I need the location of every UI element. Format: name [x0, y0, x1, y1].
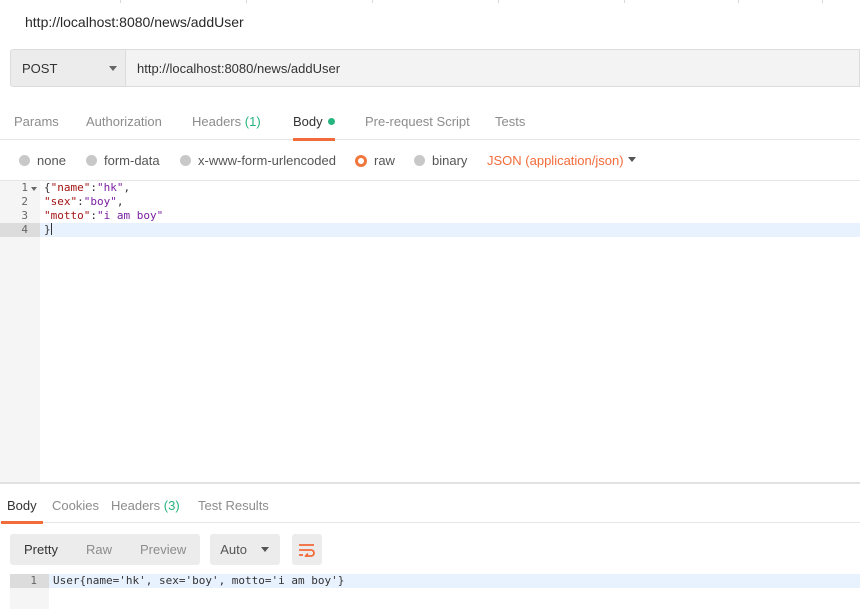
format-label: Auto	[220, 542, 247, 557]
method-label: POST	[22, 60, 58, 76]
method-select[interactable]: POST	[10, 49, 125, 87]
response-tab-test-results[interactable]: Test Results	[198, 488, 269, 523]
tab-body[interactable]: Body	[293, 103, 335, 141]
response-toolbar: Pretty Raw Preview Auto	[10, 534, 323, 565]
code-value: "i am boy"	[96, 209, 164, 222]
fold-arrow-icon[interactable]	[31, 187, 37, 191]
chevron-down-icon	[109, 66, 117, 71]
url-input[interactable]: http://localhost:8080/news/addUser	[125, 49, 860, 87]
tab-tests[interactable]: Tests	[495, 103, 525, 140]
request-name: http://localhost:8080/news/addUser	[25, 14, 244, 30]
url-bar: POST http://localhost:8080/news/addUser	[10, 49, 860, 87]
body-type-options: none form-data x-www-form-urlencoded raw…	[0, 141, 860, 180]
tab-headers[interactable]: Headers (1)	[192, 103, 261, 140]
response-text: User{name='hk', sex='boy', motto='i am b…	[53, 574, 345, 587]
code-brace: {	[44, 181, 51, 194]
format-select[interactable]: Auto	[210, 534, 281, 565]
radio-raw[interactable]: raw	[355, 141, 395, 180]
code-brace: }	[44, 223, 51, 236]
text-cursor	[50, 223, 52, 235]
modified-dot-icon	[327, 118, 335, 125]
line-number: 4	[21, 223, 28, 236]
code-line: }	[44, 223, 52, 237]
response-tab-body[interactable]: Body	[1, 488, 43, 524]
code-value: "boy"	[83, 195, 117, 208]
code-value: "hk"	[97, 181, 124, 194]
code-line: {"name":"hk",	[44, 181, 130, 195]
response-tab-headers-count: (3)	[163, 498, 180, 513]
code-comma: ,	[116, 195, 124, 208]
content-type-select[interactable]: JSON (application/json)	[487, 141, 624, 180]
code-line: "motto":"i am boy"	[44, 209, 163, 223]
chevron-down-icon[interactable]	[628, 157, 636, 162]
code-colon: :	[90, 181, 97, 194]
tab-prerequest-script[interactable]: Pre-request Script	[365, 103, 470, 140]
top-border	[0, 0, 860, 3]
radio-icon	[414, 155, 425, 166]
radio-binary-label: binary	[432, 153, 468, 168]
view-pretty-button[interactable]: Pretty	[10, 542, 72, 557]
radio-binary[interactable]: binary	[414, 141, 467, 180]
radio-urlencoded[interactable]: x-www-form-urlencoded	[180, 141, 336, 180]
radio-icon	[86, 155, 97, 166]
tab-headers-count: (1)	[244, 114, 261, 129]
view-raw-button[interactable]: Raw	[72, 542, 126, 557]
tab-authorization[interactable]: Authorization	[86, 103, 162, 140]
code-key: "name"	[50, 181, 91, 194]
code-colon: :	[77, 195, 84, 208]
request-tabs: Params Authorization Headers (1) Body Pr…	[0, 103, 860, 141]
active-line-highlight	[40, 223, 860, 237]
radio-form-data[interactable]: form-data	[86, 141, 160, 180]
wrap-lines-button[interactable]	[292, 534, 323, 565]
code-key: "motto"	[44, 209, 91, 222]
tab-body-label: Body	[293, 114, 323, 129]
request-body-editor[interactable]: 1 2 3 4 {"name":"hk", "sex":"boy", "mott…	[0, 180, 860, 483]
radio-raw-label: raw	[374, 153, 395, 168]
tab-params[interactable]: Params	[14, 103, 59, 140]
radio-urlencoded-label: x-www-form-urlencoded	[198, 153, 336, 168]
code-line: "sex":"boy",	[44, 195, 124, 209]
view-preview-button[interactable]: Preview	[126, 542, 200, 557]
radio-form-data-label: form-data	[104, 153, 160, 168]
line-number: 1	[30, 574, 37, 587]
radio-selected-icon	[355, 154, 367, 167]
radio-none[interactable]: none	[19, 141, 66, 180]
pane-resize-handle[interactable]	[0, 482, 860, 484]
line-number: 1	[21, 181, 28, 194]
code-key: "sex"	[44, 195, 78, 208]
response-body-viewer[interactable]: 1 User{name='hk', sex='boy', motto='i am…	[10, 574, 860, 609]
code-comma: ,	[123, 181, 131, 194]
tab-headers-label: Headers	[192, 114, 242, 129]
chevron-down-icon	[261, 547, 270, 552]
response-tab-headers-label: Headers	[111, 498, 161, 513]
line-number: 2	[21, 195, 28, 208]
radio-icon	[19, 155, 30, 166]
wrap-lines-icon	[299, 543, 316, 557]
code-colon: :	[90, 209, 97, 222]
radio-icon	[180, 155, 191, 166]
response-tabs: Body Cookies Headers (3) Test Results	[0, 488, 860, 524]
line-number: 3	[21, 209, 28, 222]
radio-none-label: none	[37, 153, 66, 168]
view-mode-toggle: Pretty Raw Preview	[10, 534, 201, 565]
response-tab-cookies[interactable]: Cookies	[52, 488, 99, 523]
response-tab-headers[interactable]: Headers (3)	[111, 488, 180, 523]
